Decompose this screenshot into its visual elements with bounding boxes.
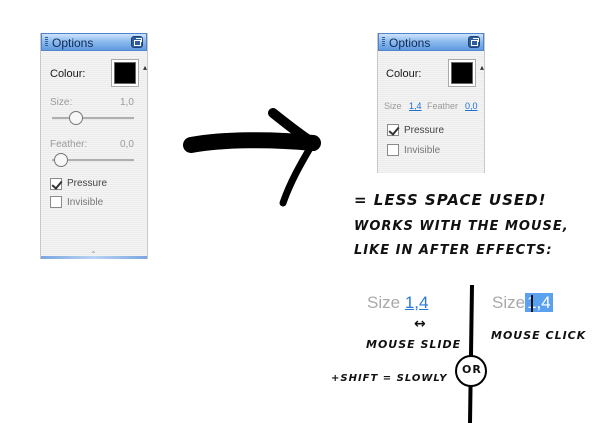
panel-title: Options bbox=[52, 36, 94, 50]
annotation-line-1: = LESS SPACE USED! bbox=[354, 191, 547, 209]
chevron-up-icon[interactable]: ▴ bbox=[143, 63, 147, 72]
pressure-label: Pressure bbox=[404, 125, 445, 136]
shift-slowly-label: +SHIFT = SLOWLY bbox=[331, 373, 448, 384]
panel-footer bbox=[41, 256, 147, 259]
size-value-scrub[interactable]: 1,4 bbox=[409, 101, 422, 111]
chevron-up-icon[interactable]: ▴ bbox=[480, 63, 484, 72]
demo-size-value[interactable]: 1,4 bbox=[405, 293, 429, 312]
demo-size-label: Size bbox=[367, 293, 401, 312]
or-label: OR bbox=[462, 363, 482, 376]
size-value: 1,0 bbox=[120, 97, 134, 108]
arrow-right-icon bbox=[183, 108, 321, 207]
invisible-checkbox[interactable] bbox=[50, 196, 62, 208]
panel-title: Options bbox=[389, 36, 431, 50]
double-arrow-icon: ↔ bbox=[414, 316, 427, 332]
drag-grip-icon[interactable] bbox=[45, 37, 48, 47]
demo-size-label: Size bbox=[492, 293, 526, 312]
invisible-checkbox[interactable] bbox=[387, 144, 399, 156]
panel-restore-icon[interactable] bbox=[468, 36, 480, 48]
invisible-label: Invisible bbox=[67, 197, 104, 208]
options-panel-new: Options Colour: ▴ Size 1,4 Feather 0,0 P… bbox=[377, 33, 485, 173]
feather-value: 0,0 bbox=[120, 139, 134, 150]
pressure-checkbox[interactable] bbox=[50, 178, 62, 190]
size-label: Size: bbox=[50, 97, 73, 108]
pressure-label: Pressure bbox=[67, 178, 108, 189]
demo-size-click: Size 1,4 bbox=[492, 293, 553, 313]
colour-swatch[interactable] bbox=[451, 62, 473, 84]
pressure-checkbox[interactable] bbox=[387, 124, 399, 136]
annotation-line-2: WORKS WITH THE MOUSE, bbox=[354, 219, 569, 234]
panel-restore-icon[interactable] bbox=[131, 36, 143, 48]
mouse-click-label: MOUSE CLICK bbox=[491, 329, 587, 342]
options-panel-old: Options Colour: ▴ Size: 1,0 Feather: 0,0… bbox=[40, 33, 148, 259]
feather-slider-knob[interactable] bbox=[54, 153, 68, 167]
mouse-slide-label: MOUSE SLIDE bbox=[366, 338, 462, 351]
size-slider-track[interactable] bbox=[52, 117, 134, 120]
annotation-line-3: LIKE IN AFTER EFFECTS: bbox=[354, 243, 553, 258]
invisible-label: Invisible bbox=[404, 145, 441, 156]
demo-size-value-selected[interactable]: 1,4 bbox=[525, 293, 553, 312]
size-label: Size bbox=[384, 101, 402, 111]
demo-size-slide: Size 1,4 bbox=[367, 293, 428, 313]
feather-label: Feather bbox=[427, 101, 459, 111]
panel-titlebar[interactable]: Options bbox=[378, 33, 484, 51]
text-cursor bbox=[531, 295, 533, 312]
feather-value-scrub[interactable]: 0,0 bbox=[465, 101, 478, 111]
colour-label: Colour: bbox=[386, 68, 422, 80]
drag-grip-icon[interactable] bbox=[382, 37, 385, 47]
colour-label: Colour: bbox=[50, 68, 86, 80]
size-slider-knob[interactable] bbox=[69, 111, 83, 125]
colour-swatch[interactable] bbox=[114, 62, 136, 84]
feather-label: Feather: bbox=[50, 139, 88, 150]
panel-titlebar[interactable]: Options bbox=[41, 33, 147, 51]
